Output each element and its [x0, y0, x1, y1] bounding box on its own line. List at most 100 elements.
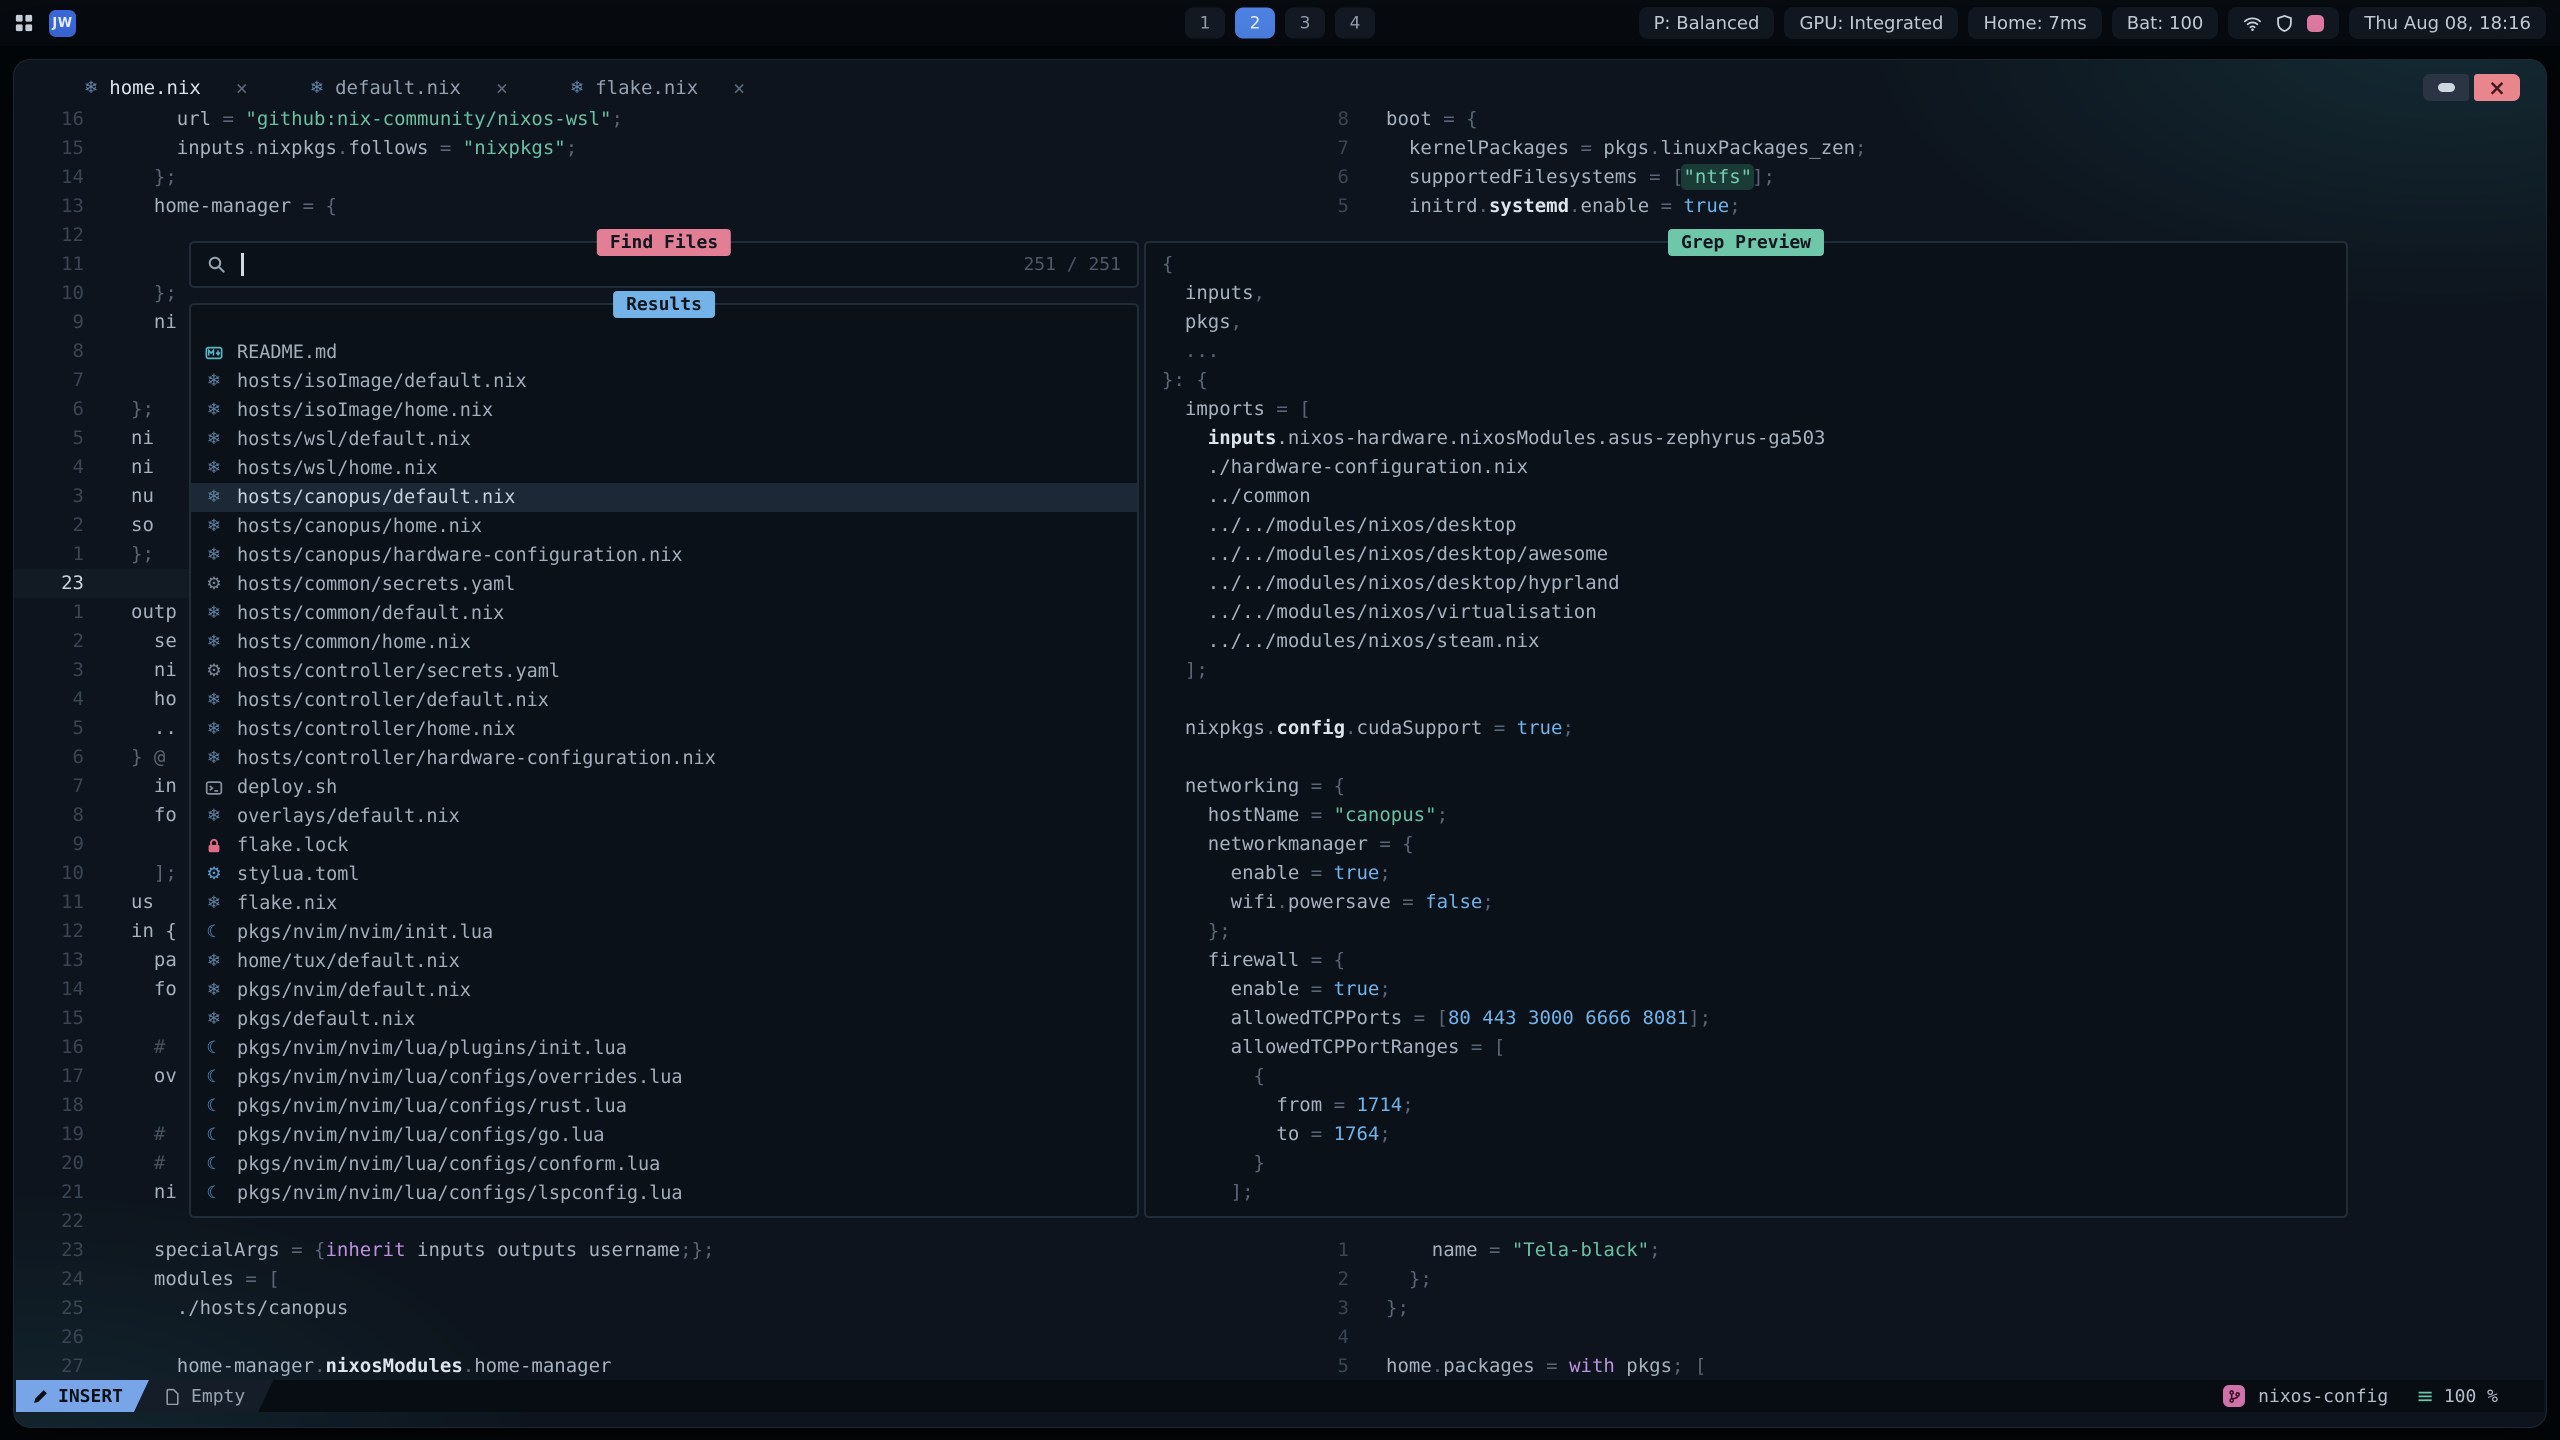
preview-code: { inputs, pkgs, ...}: { imports = [ inpu… — [1162, 250, 2340, 1207]
result-item[interactable]: ⚙hosts/controller/secrets.yaml — [191, 657, 1137, 686]
result-item[interactable]: ❄overlays/default.nix — [191, 802, 1137, 831]
result-item[interactable]: ☾pkgs/nvim/nvim/lua/configs/lspconfig.lu… — [191, 1179, 1137, 1208]
result-item[interactable]: ☾pkgs/nvim/nvim/init.lua — [191, 918, 1137, 947]
neovim-window: ❄ home.nix × ❄ default.nix × ❄ flake.nix… — [13, 59, 2547, 1428]
line-number: 23 — [14, 1236, 84, 1265]
shield-icon[interactable] — [2275, 14, 2294, 33]
close-tab-icon[interactable]: × — [496, 78, 508, 98]
text-cursor — [241, 253, 244, 276]
line-number: 25 — [14, 1294, 84, 1323]
preview-line — [1162, 685, 2340, 714]
tab-flake-nix[interactable]: ❄ flake.nix × — [570, 77, 745, 99]
result-item[interactable]: ❄hosts/canopus/default.nix — [191, 483, 1137, 512]
result-item[interactable]: ☾pkgs/nvim/nvim/lua/configs/rust.lua — [191, 1092, 1137, 1121]
code-line[interactable]: 7 kernelPackages = pkgs.linuxPackages_ze… — [1114, 134, 2546, 163]
result-label: pkgs/default.nix — [237, 1005, 415, 1034]
nix-file-icon: ❄ — [204, 541, 224, 570]
code-line[interactable]: 27 home-manager.nixosModules.home-manage… — [14, 1352, 1114, 1381]
line-number: 7 — [14, 366, 84, 395]
code-line[interactable]: 8boot = { — [1114, 105, 2546, 134]
code-line[interactable]: 2 }; — [1114, 1265, 2546, 1294]
result-item[interactable]: ❄hosts/isoImage/default.nix — [191, 367, 1137, 396]
preview-line: { — [1162, 250, 2340, 279]
code-line[interactable]: 4 — [1114, 1323, 2546, 1352]
line-number: 4 — [1114, 1323, 1349, 1352]
close-window-button[interactable]: × — [2474, 74, 2520, 101]
result-item[interactable]: flake.lock — [191, 831, 1137, 860]
result-item[interactable]: deploy.sh — [191, 773, 1137, 802]
right-editor-pane-top[interactable]: 8boot = {7 kernelPackages = pkgs.linuxPa… — [1114, 105, 2546, 221]
result-item[interactable]: ❄pkgs/default.nix — [191, 1005, 1137, 1034]
results-list: README.md❄hosts/isoImage/default.nix❄hos… — [191, 338, 1137, 1208]
result-item[interactable]: ❄hosts/common/home.nix — [191, 628, 1137, 657]
workspace-button-4[interactable]: 4 — [1335, 8, 1375, 39]
code-line[interactable]: 24 modules = [ — [14, 1265, 1114, 1294]
result-item[interactable]: ☾pkgs/nvim/nvim/lua/configs/conform.lua — [191, 1150, 1137, 1179]
close-tab-icon[interactable]: × — [236, 78, 248, 98]
tab-default-nix[interactable]: ❄ default.nix × — [310, 77, 508, 99]
line-number: 12 — [14, 221, 84, 250]
tab-home-nix[interactable]: ❄ home.nix × — [84, 77, 248, 99]
result-item[interactable]: ❄hosts/isoImage/home.nix — [191, 396, 1137, 425]
nix-file-icon: ❄ — [204, 744, 224, 773]
code-line[interactable]: 26 — [14, 1323, 1114, 1352]
toml-file-icon: ⚙ — [204, 860, 224, 889]
preview-line: ../../modules/nixos/desktop — [1162, 511, 2340, 540]
line-number: 6 — [1114, 163, 1349, 192]
close-tab-icon[interactable]: × — [733, 78, 745, 98]
pin-toggle-button[interactable] — [2423, 74, 2469, 101]
result-item[interactable]: ❄hosts/canopus/hardware-configuration.ni… — [191, 541, 1137, 570]
result-item[interactable]: ❄hosts/controller/hardware-configuration… — [191, 744, 1137, 773]
result-item[interactable]: ❄home/tux/default.nix — [191, 947, 1137, 976]
find-files-prompt[interactable]: Find Files 251 / 251 — [189, 241, 1139, 288]
palette-icon[interactable] — [2307, 15, 2324, 32]
preview-line: ]; — [1162, 1178, 2340, 1207]
workspace-button-1[interactable]: 1 — [1185, 8, 1225, 39]
result-label: hosts/canopus/home.nix — [237, 512, 482, 541]
result-item[interactable]: ❄hosts/common/default.nix — [191, 599, 1137, 628]
wifi-icon[interactable] — [2243, 14, 2262, 33]
line-number: 12 — [14, 917, 84, 946]
code-line[interactable]: 13 home-manager = { — [14, 192, 1114, 221]
result-item[interactable]: ⚙hosts/common/secrets.yaml — [191, 570, 1137, 599]
result-label: hosts/common/default.nix — [237, 599, 504, 628]
result-item[interactable]: README.md — [191, 338, 1137, 367]
result-item[interactable]: ⚙stylua.toml — [191, 860, 1137, 889]
result-item[interactable]: ☾pkgs/nvim/nvim/lua/configs/overrides.lu… — [191, 1063, 1137, 1092]
result-item[interactable]: ❄hosts/controller/home.nix — [191, 715, 1137, 744]
nix-file-icon: ❄ — [204, 396, 224, 425]
clock[interactable]: Thu Aug 08, 18:16 — [2349, 7, 2546, 39]
code-line[interactable]: 5 initrd.systemd.enable = true; — [1114, 192, 2546, 221]
code-line[interactable]: 15 inputs.nixpkgs.follows = "nixpkgs"; — [14, 134, 1114, 163]
code-line[interactable]: 23 specialArgs = {inherit inputs outputs… — [14, 1236, 1114, 1265]
code-line[interactable]: 6 supportedFilesystems = ["ntfs"]; — [1114, 163, 2546, 192]
workspace-button-3[interactable]: 3 — [1285, 8, 1325, 39]
code-line[interactable]: 16 url = "github:nix-community/nixos-wsl… — [14, 105, 1114, 134]
result-item[interactable]: ❄hosts/controller/default.nix — [191, 686, 1137, 715]
line-number: 4 — [14, 685, 84, 714]
workspace-button-2[interactable]: 2 — [1235, 8, 1275, 39]
result-item[interactable]: ☾pkgs/nvim/nvim/lua/plugins/init.lua — [191, 1034, 1137, 1063]
result-label: deploy.sh — [237, 773, 337, 802]
tab-label: flake.nix — [595, 77, 698, 99]
right-editor-pane-bottom[interactable]: 1 name = "Tela-black";2 };3};45home.pack… — [1114, 1236, 2546, 1381]
result-item[interactable]: ❄flake.nix — [191, 889, 1137, 918]
result-label: flake.lock — [237, 831, 348, 860]
code-line[interactable]: 1 name = "Tela-black"; — [1114, 1236, 2546, 1265]
system-tray — [2228, 7, 2339, 39]
code-line[interactable]: 14 }; — [14, 163, 1114, 192]
code-line[interactable]: 5home.packages = with pkgs; [ — [1114, 1352, 2546, 1381]
result-item[interactable]: ❄hosts/canopus/home.nix — [191, 512, 1137, 541]
code-line[interactable]: 3}; — [1114, 1294, 2546, 1323]
line-number: 3 — [14, 482, 84, 511]
preview-line: networkmanager = { — [1162, 830, 2340, 859]
distro-logo[interactable]: JW — [49, 10, 76, 37]
code-line[interactable]: 25 ./hosts/canopus — [14, 1294, 1114, 1323]
nix-file-icon: ❄ — [310, 78, 324, 98]
nix-file-icon: ❄ — [204, 947, 224, 976]
result-item[interactable]: ❄pkgs/nvim/default.nix — [191, 976, 1137, 1005]
result-item[interactable]: ☾pkgs/nvim/nvim/lua/configs/go.lua — [191, 1121, 1137, 1150]
apps-grid-icon[interactable] — [14, 13, 34, 33]
result-item[interactable]: ❄hosts/wsl/home.nix — [191, 454, 1137, 483]
result-item[interactable]: ❄hosts/wsl/default.nix — [191, 425, 1137, 454]
